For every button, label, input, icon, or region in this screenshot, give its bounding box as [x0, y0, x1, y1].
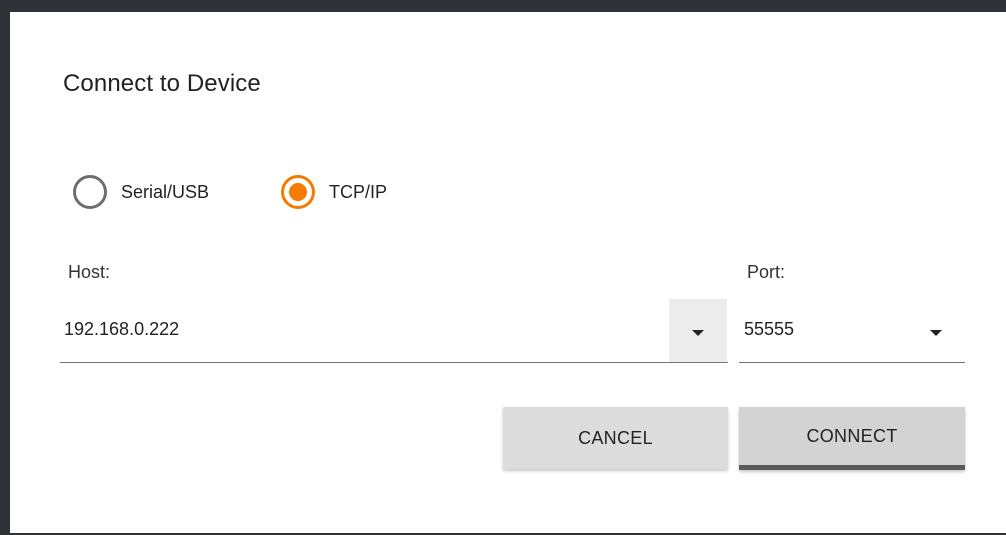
port-combobox[interactable]: 55555 — [739, 299, 965, 363]
port-dropdown-button[interactable] — [907, 299, 965, 362]
connect-dialog: Connect to Device Serial/USB TCP/IP Host… — [10, 12, 1006, 533]
host-label: Host: — [68, 262, 111, 282]
dialog-title: Connect to Device — [63, 70, 261, 97]
host-input[interactable]: 192.168.0.222 — [64, 319, 179, 340]
radio-unchecked-icon[interactable] — [73, 175, 107, 209]
port-label: Port: — [747, 262, 786, 282]
radio-serial-usb-label: Serial/USB — [121, 181, 210, 202]
radio-tcp-ip[interactable]: TCP/IP — [281, 170, 387, 214]
connect-button[interactable]: CONNECT — [739, 407, 965, 470]
caret-down-icon — [692, 329, 704, 336]
port-input[interactable]: 55555 — [744, 319, 794, 340]
cancel-button[interactable]: CANCEL — [503, 407, 728, 469]
radio-dot — [289, 183, 307, 201]
radio-serial-usb[interactable]: Serial/USB — [73, 170, 209, 214]
host-dropdown-button[interactable] — [669, 299, 727, 362]
radio-tcp-ip-label: TCP/IP — [329, 181, 388, 202]
host-combobox[interactable]: 192.168.0.222 — [60, 299, 728, 363]
radio-checked-icon[interactable] — [281, 175, 315, 209]
caret-down-icon — [930, 329, 942, 336]
